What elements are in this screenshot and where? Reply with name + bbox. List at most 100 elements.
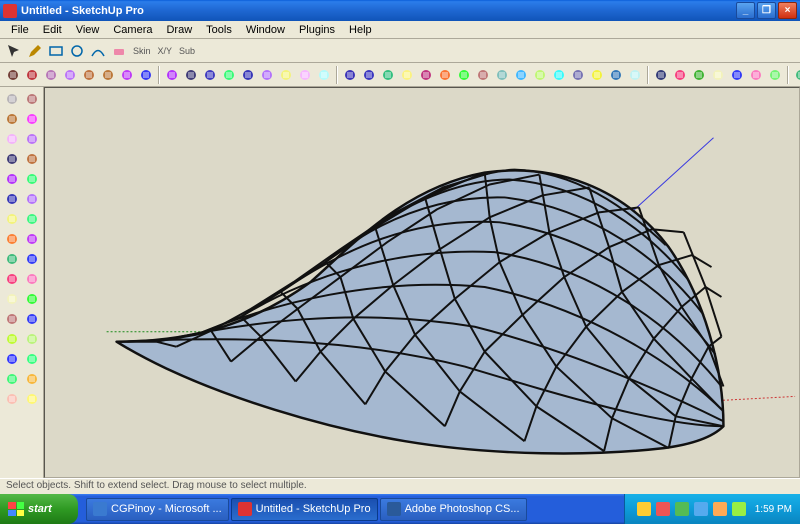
prev-icon[interactable] xyxy=(2,349,21,368)
protractor-icon[interactable] xyxy=(2,249,21,268)
tray-icon[interactable] xyxy=(694,502,708,516)
orbit-icon[interactable] xyxy=(455,65,473,85)
field-of-view-icon[interactable] xyxy=(493,65,511,85)
arc-icon[interactable] xyxy=(88,41,108,61)
mesh-surface[interactable] xyxy=(117,170,724,454)
line-icon[interactable] xyxy=(22,89,41,108)
pan-icon[interactable] xyxy=(474,65,492,85)
rewind-icon[interactable] xyxy=(296,65,314,85)
tray-icon[interactable] xyxy=(713,502,727,516)
polygon-icon[interactable] xyxy=(2,149,21,168)
start-button[interactable]: start xyxy=(0,494,78,524)
followme-icon[interactable] xyxy=(2,229,21,248)
move-icon[interactable] xyxy=(220,65,238,85)
styles-icon[interactable] xyxy=(512,65,530,85)
tray-icon[interactable] xyxy=(675,502,689,516)
shadow-icon[interactable] xyxy=(588,65,606,85)
offset-icon[interactable] xyxy=(2,209,21,228)
rotate-icon[interactable] xyxy=(2,189,21,208)
xray-icon[interactable] xyxy=(607,65,625,85)
display-settings-icon[interactable] xyxy=(569,65,587,85)
section-icon[interactable] xyxy=(2,269,21,288)
top-icon[interactable] xyxy=(360,65,378,85)
tape-icon[interactable] xyxy=(118,65,136,85)
axes-icon[interactable] xyxy=(22,269,41,288)
lookaround-icon[interactable] xyxy=(2,389,21,408)
clock[interactable]: 1:59 PM xyxy=(755,504,792,515)
viewport-3d[interactable] xyxy=(44,87,800,478)
ruby-icon[interactable] xyxy=(690,65,708,85)
arc-icon[interactable] xyxy=(22,149,41,168)
menu-window[interactable]: Window xyxy=(239,22,292,38)
perspective-icon[interactable] xyxy=(436,65,454,85)
axes-icon[interactable] xyxy=(747,65,765,85)
shadows-icon[interactable] xyxy=(22,389,41,408)
component-icon[interactable] xyxy=(652,65,670,85)
rectangle-icon[interactable] xyxy=(46,41,66,61)
eraser-icon[interactable] xyxy=(99,65,117,85)
walk-icon[interactable] xyxy=(22,369,41,388)
next-icon[interactable] xyxy=(22,349,41,368)
position-icon[interactable] xyxy=(2,369,21,388)
orbit-icon[interactable] xyxy=(22,289,41,308)
eraser-icon[interactable] xyxy=(109,41,129,61)
circle-icon[interactable] xyxy=(61,65,79,85)
menu-camera[interactable]: Camera xyxy=(106,22,159,38)
paint-icon[interactable] xyxy=(22,109,41,128)
iso-icon[interactable] xyxy=(341,65,359,85)
menu-view[interactable]: View xyxy=(69,22,107,38)
close-button[interactable]: × xyxy=(778,2,797,19)
tray-icon[interactable] xyxy=(656,502,670,516)
minimize-button[interactable]: _ xyxy=(736,2,755,19)
3dtext-icon[interactable] xyxy=(766,65,784,85)
pencil-icon[interactable] xyxy=(25,41,45,61)
eraser-icon[interactable] xyxy=(2,109,21,128)
select-icon[interactable] xyxy=(2,89,21,108)
select-icon[interactable] xyxy=(4,41,24,61)
scene-canvas[interactable] xyxy=(45,88,799,477)
paint-bucket-icon[interactable] xyxy=(137,65,155,85)
tray-icon[interactable] xyxy=(637,502,651,516)
circle-icon[interactable] xyxy=(22,129,41,148)
circle-icon[interactable] xyxy=(67,41,87,61)
menu-tools[interactable]: Tools xyxy=(199,22,239,38)
arc-icon[interactable] xyxy=(80,65,98,85)
system-tray[interactable]: 1:59 PM xyxy=(624,494,800,524)
hidden-icon[interactable] xyxy=(531,65,549,85)
text-icon[interactable] xyxy=(728,65,746,85)
pushpull-icon[interactable] xyxy=(22,209,41,228)
extrude-icon[interactable] xyxy=(201,65,219,85)
pan-icon[interactable] xyxy=(2,309,21,328)
menu-plugins[interactable]: Plugins xyxy=(292,22,342,38)
text-icon[interactable] xyxy=(22,249,41,268)
pencil-icon[interactable] xyxy=(23,65,41,85)
tape-icon[interactable] xyxy=(22,229,41,248)
freehand-icon[interactable] xyxy=(163,65,181,85)
wireframe-icon[interactable] xyxy=(626,65,644,85)
rectangle-icon[interactable] xyxy=(42,65,60,85)
scale-icon[interactable] xyxy=(258,65,276,85)
protractor-icon[interactable] xyxy=(792,65,800,85)
zoom-extents-icon[interactable] xyxy=(22,329,41,348)
front-icon[interactable] xyxy=(379,65,397,85)
layers-icon[interactable] xyxy=(550,65,568,85)
search-icon[interactable] xyxy=(315,65,333,85)
back-icon[interactable] xyxy=(417,65,435,85)
rotate-icon[interactable] xyxy=(239,65,257,85)
zoom-icon[interactable] xyxy=(22,309,41,328)
select-arrow-icon[interactable] xyxy=(4,65,22,85)
freehand-icon[interactable] xyxy=(2,169,21,188)
polygon-icon[interactable] xyxy=(182,65,200,85)
scale-icon[interactable] xyxy=(22,189,41,208)
menu-help[interactable]: Help xyxy=(342,22,379,38)
rect-icon[interactable] xyxy=(2,129,21,148)
dims-icon[interactable] xyxy=(709,65,727,85)
section-icon[interactable] xyxy=(671,65,689,85)
menu-draw[interactable]: Draw xyxy=(159,22,199,38)
offset-icon[interactable] xyxy=(277,65,295,85)
dims-icon[interactable] xyxy=(2,289,21,308)
zoom-window-icon[interactable] xyxy=(2,329,21,348)
move-icon[interactable] xyxy=(22,169,41,188)
menu-edit[interactable]: Edit xyxy=(36,22,69,38)
maximize-button[interactable]: ❐ xyxy=(757,2,776,19)
